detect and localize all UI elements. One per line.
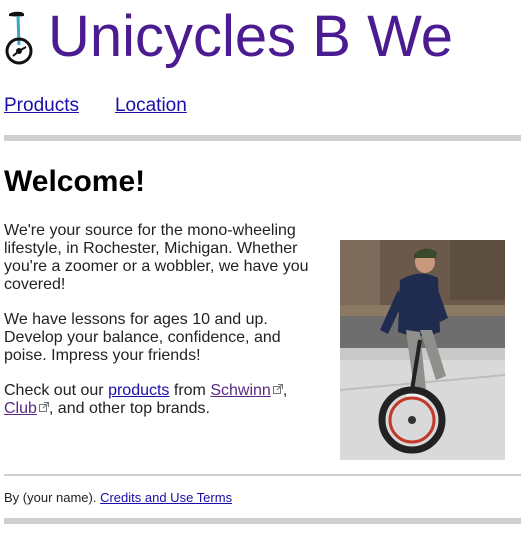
schwinn-link-label: Schwinn [210, 382, 271, 399]
external-link-icon [272, 384, 283, 394]
brands-from: from [169, 382, 211, 399]
page-heading: Welcome! [4, 165, 146, 198]
intro-paragraph: We're your source for the mono-wheeling … [4, 222, 309, 293]
club-link[interactable]: Club [4, 400, 49, 417]
nav-products-link[interactable]: Products [4, 95, 79, 117]
page-footer: By (your name). Credits and Use Terms [4, 490, 232, 505]
footer-byline: By (your name). [4, 490, 101, 505]
site-title: Unicycles B We [48, 4, 454, 69]
site-header: Unicycles B We [4, 4, 453, 70]
unicycle-rider-photo [340, 240, 505, 460]
page: Unicycles B We Products Location Welcome… [0, 0, 523, 534]
schwinn-link[interactable]: Schwinn [210, 382, 283, 399]
brands-suffix: , and other top brands. [48, 400, 210, 417]
main-nav: Products Location [4, 95, 187, 117]
club-link-label: Club [4, 400, 37, 417]
credits-link[interactable]: Credits and Use Terms [100, 490, 232, 505]
unicycle-icon [5, 11, 33, 65]
products-inline-link[interactable]: products [108, 382, 169, 399]
nav-location-link[interactable]: Location [115, 95, 187, 117]
brands-prefix: Check out our [4, 382, 109, 399]
header-divider [4, 135, 521, 141]
brands-comma: , [282, 382, 288, 399]
brands-paragraph: Check out our products from Schwinn, Clu… [4, 382, 322, 418]
bottom-divider [4, 518, 521, 524]
main-content: We're your source for the mono-wheeling … [4, 222, 322, 435]
footer-divider [4, 474, 521, 476]
external-link-icon [38, 402, 49, 412]
lessons-paragraph: We have lessons for ages 10 and up. Deve… [4, 311, 281, 364]
